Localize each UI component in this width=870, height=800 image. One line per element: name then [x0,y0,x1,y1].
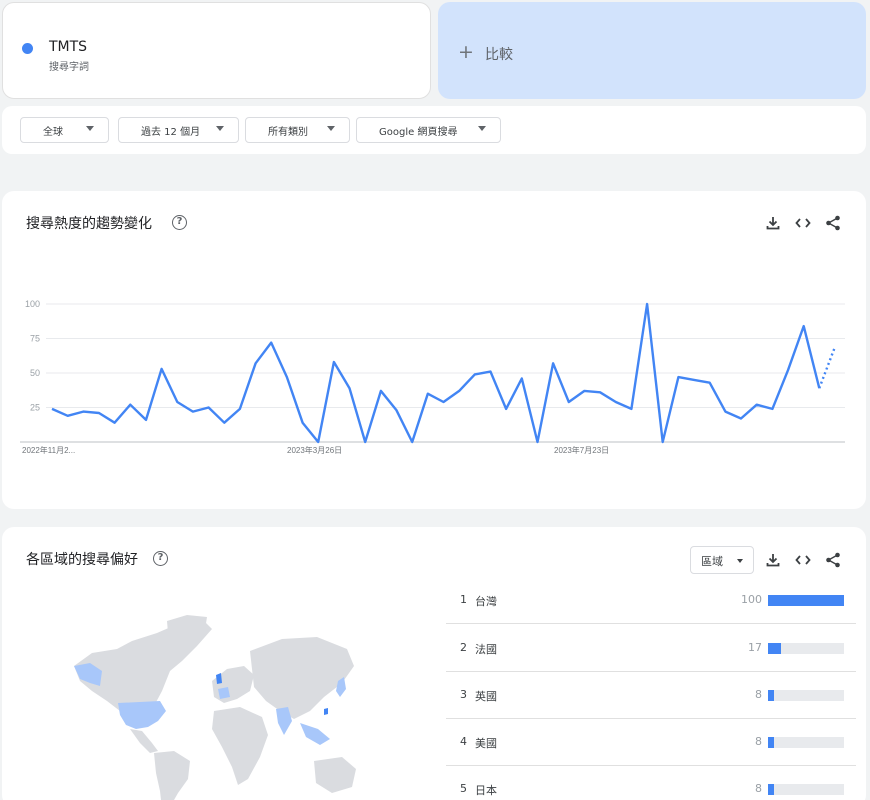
region-rank-number: 3 [460,688,467,701]
region-value-bar-fill [768,784,775,795]
filter-bar: 全球 過去 12 個月 所有類別 Google 網頁搜尋 [2,106,866,154]
chevron-down-icon [327,126,335,131]
chevron-down-icon [478,126,486,131]
search-term-subtitle: 搜尋字詞 [49,62,89,73]
map-region-france [218,687,230,699]
region-value-bar-track [768,737,844,748]
region-value-bar-track [768,643,844,654]
chevron-down-icon [216,126,224,131]
map-region-greenland [167,615,207,651]
compare-label: 比較 [485,47,513,63]
term-color-dot [22,43,33,54]
y-tick-label: 50 [30,368,40,378]
filter-time-range-label: 過去 12 個月 [141,126,201,138]
region-value-bar-track [768,784,844,795]
filter-region-label: 全球 [43,126,63,138]
region-value: 8 [755,735,762,748]
region-name[interactable]: 英國 [475,688,497,704]
map-region-asia [250,637,354,719]
chevron-down-icon [86,126,94,131]
region-rank-number: 4 [460,735,467,748]
region-rank-number: 5 [460,782,467,795]
map-region-uk [216,673,222,684]
search-term-name[interactable]: TMTS [49,39,87,55]
map-region-central-america [130,729,158,753]
share-icon[interactable] [824,551,842,569]
map-region-africa [212,707,268,785]
embed-code-icon[interactable] [794,551,812,569]
x-tick-label: 2022年11月2... [22,445,75,455]
regions-card: 各區域的搜尋偏好 ? 區域 1 台灣 100 2 法國 17 3 英國 8 4 … [2,527,866,800]
region-name[interactable]: 美國 [475,735,497,751]
region-value-bar-fill [768,595,844,606]
trend-line-chart: 100 75 50 25 2022年11月2... 2023年3月26日 2023年7月23… [20,299,845,455]
x-tick-label: 2023年7月23日 [554,445,609,455]
filter-search-type[interactable]: Google 網頁搜尋 [356,117,501,143]
region-value: 8 [755,688,762,701]
region-value-bar-track [768,595,844,606]
region-rank-row[interactable]: 3 英國 8 [446,672,856,719]
filter-time-range[interactable]: 過去 12 個月 [118,117,239,143]
compare-card[interactable]: + 比較 [438,2,866,99]
region-value-bar-fill [768,643,781,654]
download-icon[interactable] [764,551,782,569]
region-rank-row[interactable]: 5 日本 8 [446,766,856,800]
region-value-bar-fill [768,690,775,701]
help-circle-icon[interactable]: ? [153,551,168,566]
map-region-europe [212,666,254,703]
region-value-bar-track [768,690,844,701]
y-tick-label: 25 [30,403,40,413]
y-tick-label: 75 [30,334,40,344]
regions-title: 各區域的搜尋偏好 [26,552,138,568]
region-name[interactable]: 法國 [475,641,497,657]
region-select-label: 區域 [701,555,723,568]
filter-category[interactable]: 所有類別 [245,117,350,143]
region-value: 17 [748,641,762,654]
y-tick-label: 100 [25,299,40,309]
region-rank-number: 1 [460,593,467,606]
filter-region[interactable]: 全球 [20,117,109,143]
map-region-southeast-asia [300,723,330,745]
map-region-taiwan [324,708,328,715]
region-rank-row[interactable]: 4 美國 8 [446,719,856,766]
world-map[interactable] [62,611,362,800]
map-region-usa [118,701,166,729]
trend-card: 搜尋熱度的趨勢變化 ? 100 75 50 25 2022年11月2... 2023年3月… [2,191,866,509]
region-rank-row[interactable]: 2 法國 17 [446,625,856,672]
trend-partial-line [818,346,837,389]
search-term-card[interactable]: TMTS 搜尋字詞 [2,2,431,99]
map-region-australia [314,757,356,793]
filter-category-label: 所有類別 [268,126,308,138]
x-tick-label: 2023年3月26日 [287,445,342,455]
region-value: 100 [741,593,762,606]
region-value: 8 [755,782,762,795]
plus-icon: + [458,41,474,63]
region-value-bar-fill [768,737,775,748]
region-name[interactable]: 台灣 [475,593,497,609]
map-region-south-america [154,751,190,800]
filter-search-type-label: Google 網頁搜尋 [379,126,458,138]
chevron-down-icon [737,559,743,563]
region-resolution-select[interactable]: 區域 [690,546,754,574]
region-rank-number: 2 [460,641,467,654]
region-rank-row[interactable]: 1 台灣 100 [446,577,856,624]
region-name[interactable]: 日本 [475,782,497,798]
